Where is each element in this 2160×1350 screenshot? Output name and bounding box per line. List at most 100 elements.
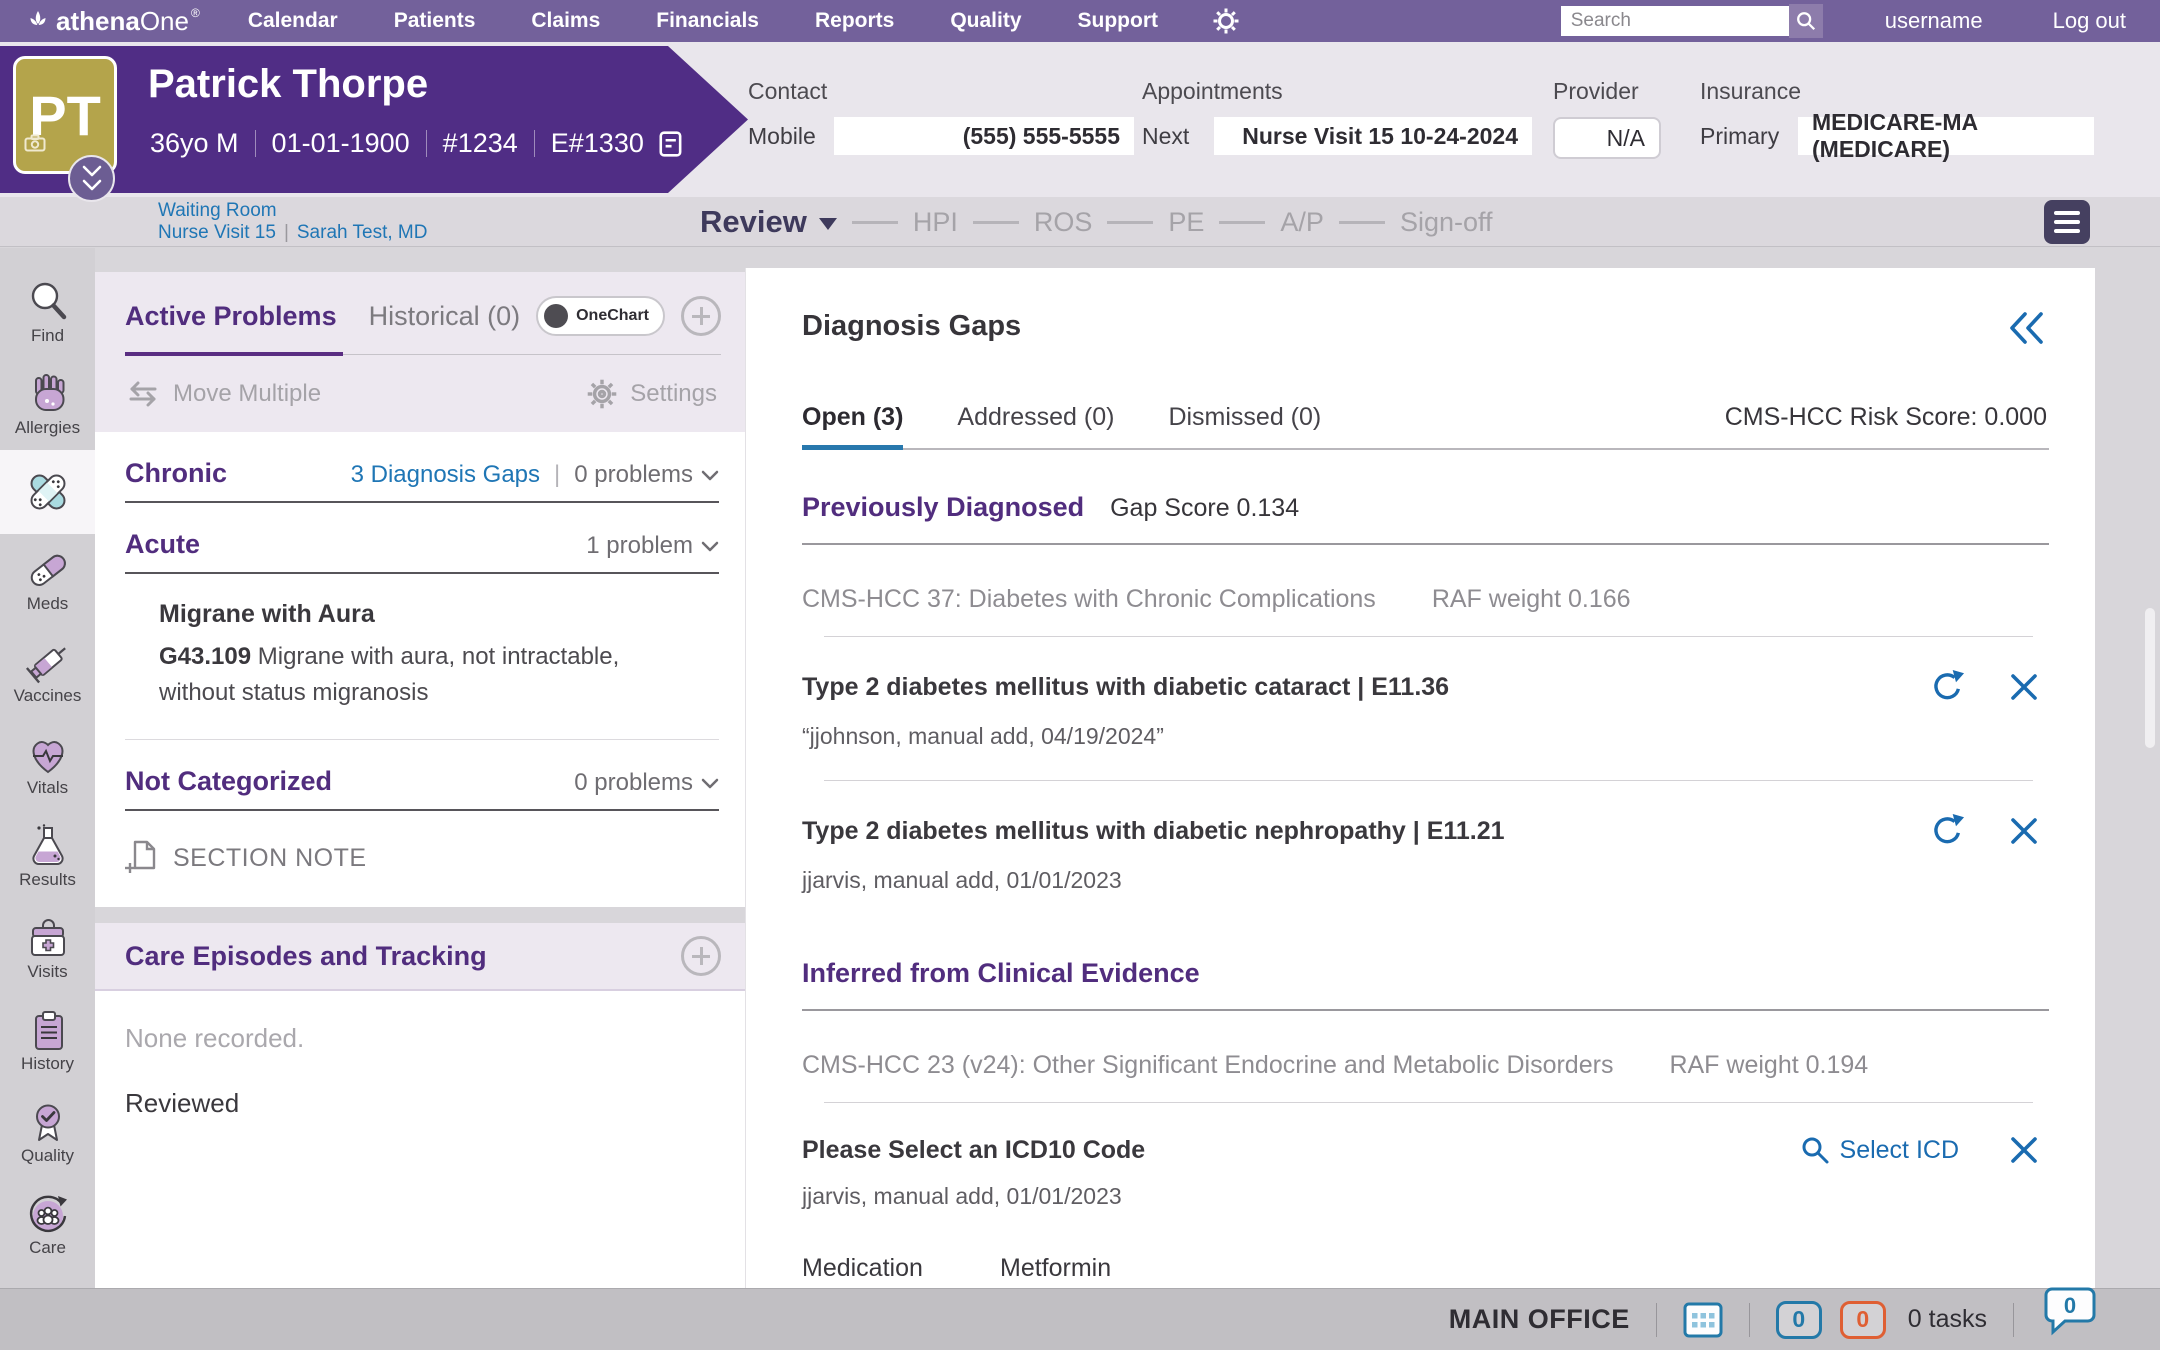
stage-signoff[interactable]: Sign-off (1400, 207, 1493, 238)
encounter-links: Waiting Room Nurse Visit 15|Sarah Test, … (158, 200, 427, 244)
next-appointment-value[interactable]: Nurse Visit 15 10-24-2024 (1214, 117, 1532, 155)
encounter-menu-button[interactable] (2044, 200, 2090, 244)
tab-open[interactable]: Open (3) (802, 403, 903, 432)
nav-calendar[interactable]: Calendar (248, 9, 338, 33)
chevron-down-icon[interactable] (701, 777, 719, 789)
rail-item-vitals[interactable]: Vitals (0, 718, 95, 810)
appointments-label: Appointments (1142, 78, 1532, 105)
athenaone-logo[interactable]: athenaOne® (26, 6, 200, 37)
encounter-provider-link[interactable]: Sarah Test, MD (297, 222, 428, 243)
visit-link[interactable]: Nurse Visit 15 (158, 222, 276, 243)
gap-item-source: jjarvis, manual add, 01/01/2023 (802, 1183, 2049, 1210)
search-input[interactable] (1561, 6, 1789, 36)
onechart-toggle[interactable]: OneChart (536, 296, 665, 336)
leaf-icon (26, 9, 50, 33)
readdress-icon[interactable] (1929, 669, 1965, 705)
add-care-episode-button[interactable] (681, 936, 721, 976)
inbox-count-badge[interactable]: 0 (1776, 1301, 1822, 1339)
select-icd-button[interactable]: Select ICD (1800, 1135, 1959, 1165)
tab-dismissed[interactable]: Dismissed (0) (1168, 403, 1321, 432)
nav-quality[interactable]: Quality (950, 9, 1021, 33)
stage-ros[interactable]: ROS (1034, 207, 1093, 238)
encounter-id: E#1330 (551, 128, 644, 159)
hcc23-label: CMS-HCC 23 (v24): Other Significant Endo… (802, 1051, 1613, 1080)
rail-item-meds[interactable]: Meds (0, 534, 95, 626)
chat-button[interactable]: 0 (2040, 1285, 2096, 1342)
double-chevron-left-icon (2007, 310, 2047, 346)
hcc23-raf: RAF weight 0.194 (1669, 1051, 1868, 1080)
tab-active-problems[interactable]: Active Problems (125, 301, 337, 332)
chronic-section-header: Chronic 3 Diagnosis Gaps | 0 problems (95, 432, 745, 501)
username-menu[interactable]: username (1885, 8, 1983, 34)
rail-item-allergies[interactable]: Allergies (0, 358, 95, 450)
problems-settings-button[interactable]: Settings (586, 378, 717, 410)
urgent-count-badge[interactable]: 0 (1840, 1301, 1886, 1339)
waiting-room-link[interactable]: Waiting Room (158, 200, 277, 221)
rail-item-visits[interactable]: Visits (0, 902, 95, 994)
chevron-down-icon[interactable] (701, 469, 719, 481)
readdress-icon[interactable] (1929, 813, 1965, 849)
collapse-panel-button[interactable] (2007, 310, 2047, 351)
provider-value[interactable]: N/A (1553, 117, 1661, 159)
mobile-label: Mobile (748, 123, 834, 150)
allergies-hand-icon (25, 371, 71, 417)
contact-label: Contact (748, 78, 1134, 105)
gap-item-cataract: Type 2 diabetes mellitus with diabetic c… (802, 669, 2049, 750)
settings-gear-button[interactable] (1212, 7, 1240, 35)
acute-section-header: Acute 1 problem (95, 503, 745, 572)
tab-addressed[interactable]: Addressed (0) (957, 403, 1114, 432)
nav-support[interactable]: Support (1078, 9, 1158, 33)
dismiss-x-icon[interactable] (2009, 1135, 2039, 1165)
move-multiple-button[interactable]: Move Multiple (125, 380, 321, 408)
acute-title: Acute (125, 529, 200, 560)
rail-item-results[interactable]: Results (0, 810, 95, 902)
diagnosis-gaps-link[interactable]: 3 Diagnosis Gaps (351, 461, 540, 489)
scrollbar-thumb[interactable] (2145, 608, 2155, 748)
primary-label: Primary (1700, 123, 1798, 150)
rail-item-care[interactable]: Care (0, 1178, 95, 1270)
stage-pe[interactable]: PE (1168, 207, 1204, 238)
app-body: Find Allergies Meds Vaccines Vitals (0, 248, 2160, 1288)
dismiss-x-icon[interactable] (2009, 672, 2039, 702)
problem-description: G43.109 Migrane with aura, not intractab… (159, 639, 649, 711)
stage-hpi[interactable]: HPI (913, 207, 958, 238)
encounter-note-icon[interactable] (658, 130, 684, 158)
chronic-count-toggle[interactable]: 0 problems (574, 461, 693, 489)
rail-item-problems[interactable] (0, 450, 95, 534)
care-episodes-header: Care Episodes and Tracking (95, 923, 745, 991)
gap-item-title: Type 2 diabetes mellitus with diabetic n… (802, 817, 1505, 846)
rail-item-vaccines[interactable]: Vaccines (0, 626, 95, 718)
dismiss-x-icon[interactable] (2009, 816, 2039, 846)
section-note-button[interactable]: SECTION NOTE (95, 811, 745, 907)
brand-reg: ® (191, 6, 200, 20)
schedule-calendar-icon[interactable] (1683, 1301, 1723, 1339)
problem-item[interactable]: Migrane with Aura G43.109 Migrane with a… (95, 574, 745, 711)
not-categorized-count-toggle[interactable]: 0 problems (574, 769, 693, 797)
care-episodes-title: Care Episodes and Tracking (125, 941, 487, 972)
search-button[interactable] (1789, 4, 1823, 38)
logout-link[interactable]: Log out (2053, 8, 2126, 34)
add-problem-button[interactable] (681, 296, 721, 336)
section-note-icon (123, 839, 159, 877)
insurance-value[interactable]: MEDICARE-MA (MEDICARE) (1798, 117, 2094, 155)
stage-ap[interactable]: A/P (1280, 207, 1324, 238)
patient-banner: PT Patrick Thorpe 36yo M 01-01-1900 #123… (0, 42, 2160, 197)
nav-financials[interactable]: Financials (656, 9, 759, 33)
rail-item-quality[interactable]: Quality (0, 1086, 95, 1178)
rail-item-history[interactable]: History (0, 994, 95, 1086)
collapse-banner-button[interactable] (68, 155, 115, 202)
department-selector[interactable]: MAIN OFFICE (1449, 1304, 1630, 1335)
nav-patients[interactable]: Patients (394, 9, 476, 33)
tab-historical[interactable]: Historical (0) (369, 301, 521, 332)
nav-reports[interactable]: Reports (815, 9, 894, 33)
chevron-down-icon[interactable] (701, 540, 719, 552)
nav-claims[interactable]: Claims (531, 9, 600, 33)
vaccines-syringe-icon (25, 639, 71, 685)
acute-count-toggle[interactable]: 1 problem (586, 532, 693, 560)
cms-hcc-risk-score: CMS-HCC Risk Score: 0.000 (1725, 403, 2047, 432)
onechart-knob (544, 304, 568, 328)
rail-item-find[interactable]: Find (0, 266, 95, 358)
stage-review-dropdown[interactable]: Review (700, 204, 837, 240)
inferred-title: Inferred from Clinical Evidence (802, 958, 1200, 989)
mobile-value[interactable]: (555) 555-5555 (834, 117, 1134, 155)
